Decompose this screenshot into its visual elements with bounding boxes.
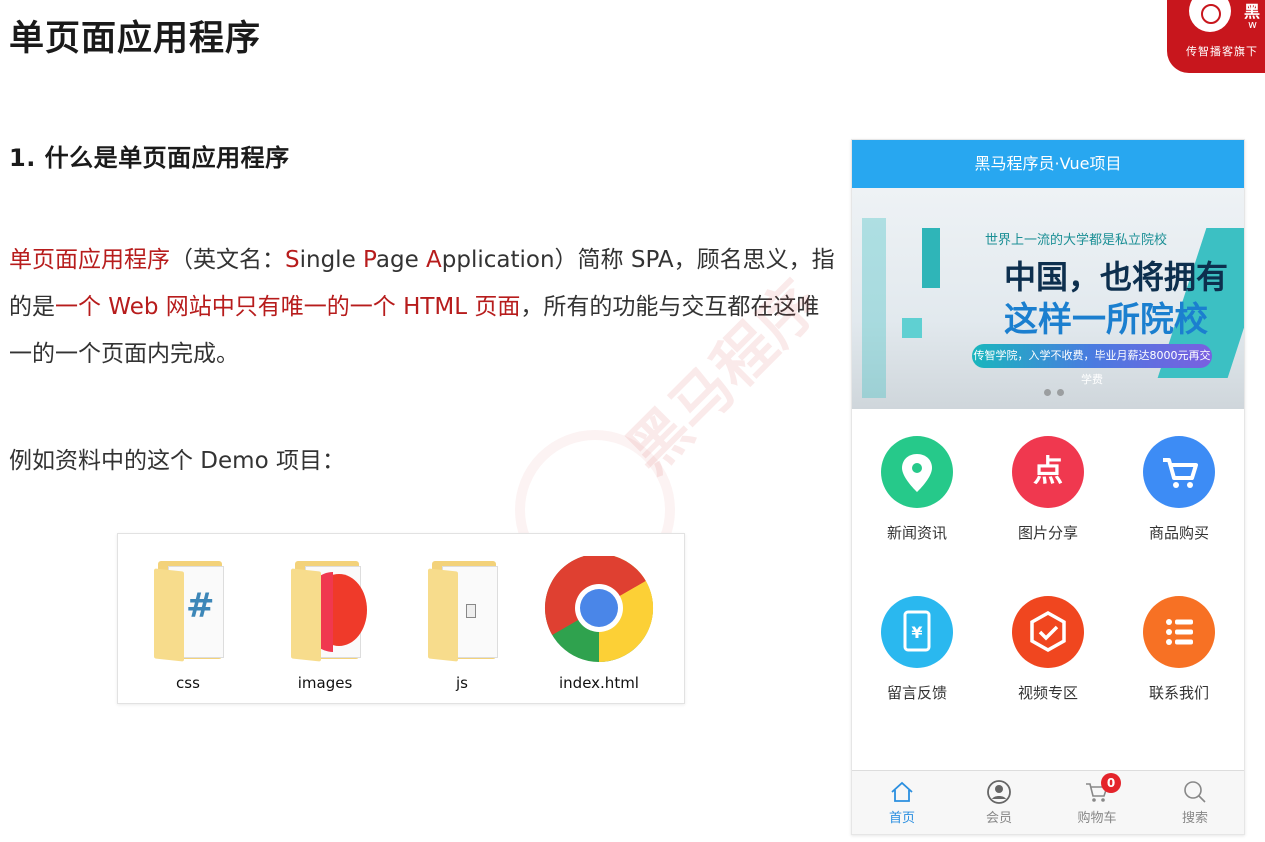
letter-p: P bbox=[363, 247, 376, 273]
word-pplication: pplication bbox=[441, 247, 555, 273]
grid-label: 留言反馈 bbox=[886, 684, 947, 702]
user-icon bbox=[969, 779, 1029, 805]
bottom-tab-bar: 首页 会员 0 购物车 搜索 bbox=[852, 770, 1244, 834]
file-name: js bbox=[456, 674, 468, 692]
definition-highlight: 一个 Web 网站中只有唯一的一个 HTML 页面 bbox=[55, 294, 521, 320]
file-name: index.html bbox=[559, 674, 639, 692]
file-name: images bbox=[297, 674, 353, 692]
letter-a: A bbox=[426, 247, 442, 273]
brand-logo: 黑 w 传智播客旗下 bbox=[1167, 0, 1265, 73]
file-item-js[interactable]: js bbox=[402, 556, 522, 692]
file-item-index[interactable]: index.html bbox=[539, 553, 659, 692]
shopping-cart-icon bbox=[1143, 436, 1215, 508]
banner-headline-2: 这样一所院校 bbox=[1004, 300, 1208, 340]
search-icon bbox=[1165, 779, 1225, 805]
photo-share-icon: 点 bbox=[1012, 436, 1084, 508]
logo-tagline: 传智播客旗下 bbox=[1186, 45, 1258, 58]
banner-strip: 传智学院，入学不收费，毕业月薪达8000元再交学费 bbox=[972, 344, 1212, 386]
phone-mockup: 黑马程序员·Vue项目 世界上一流的大学都是私立院校 中国，也将拥有 这样一所院… bbox=[851, 139, 1245, 835]
file-item-css[interactable]: # css bbox=[128, 556, 248, 692]
grid-item-shop[interactable]: 商品购买 bbox=[1119, 436, 1239, 543]
logo-www: w bbox=[1248, 18, 1257, 31]
letter-s: S bbox=[285, 247, 300, 273]
file-name: css bbox=[176, 674, 200, 692]
folder-icon: # bbox=[128, 556, 248, 666]
tab-label: 搜索 bbox=[1181, 811, 1208, 826]
grid-label: 商品购买 bbox=[1148, 524, 1209, 542]
yen-phone-icon: ¥ bbox=[881, 596, 953, 668]
chrome-icon bbox=[539, 553, 659, 666]
grid-label: 图片分享 bbox=[1017, 524, 1078, 542]
grid-item-contact[interactable]: 联系我们 bbox=[1119, 596, 1239, 703]
tab-label: 购物车 bbox=[1077, 811, 1117, 826]
tab-label: 会员 bbox=[985, 811, 1012, 826]
cart-icon: 0 bbox=[1067, 773, 1127, 805]
tab-search[interactable]: 搜索 bbox=[1165, 779, 1225, 826]
grid-label: 视频专区 bbox=[1017, 684, 1078, 702]
location-pin-icon bbox=[881, 436, 953, 508]
file-item-images[interactable]: images bbox=[265, 556, 385, 692]
banner-slogan: 世界上一流的大学都是私立院校 bbox=[985, 233, 1168, 248]
grid-label: 联系我们 bbox=[1148, 684, 1209, 702]
section-heading: 1. 什么是单页面应用程序 bbox=[9, 144, 290, 172]
list-icon bbox=[1143, 596, 1215, 668]
logo-emblem-icon bbox=[1189, 0, 1231, 32]
tab-home[interactable]: 首页 bbox=[872, 779, 932, 826]
demo-file-panel: # css images js index.html bbox=[117, 533, 685, 704]
tab-label: 首页 bbox=[888, 811, 915, 826]
video-check-icon bbox=[1012, 596, 1084, 668]
feature-grid: 新闻资讯 点 图片分享 商品购买 ¥ 留言反馈 视频专区 联系我们 bbox=[852, 409, 1244, 771]
example-line: 例如资料中的这个 Demo 项目： bbox=[9, 448, 345, 474]
grid-item-news[interactable]: 新闻资讯 bbox=[857, 436, 977, 543]
word-ingle: ingle bbox=[299, 247, 364, 273]
cart-badge: 0 bbox=[1101, 773, 1121, 793]
carousel-dots[interactable] bbox=[1044, 381, 1070, 400]
word-age: age bbox=[375, 247, 427, 273]
grid-item-photos[interactable]: 点 图片分享 bbox=[988, 436, 1108, 543]
grid-item-feedback[interactable]: ¥ 留言反馈 bbox=[857, 596, 977, 703]
folder-icon bbox=[402, 556, 522, 666]
app-header-title: 黑马程序员·Vue项目 bbox=[852, 140, 1244, 188]
svg-text:¥: ¥ bbox=[911, 623, 922, 642]
para-text-1: （英文名： bbox=[170, 247, 285, 273]
tab-member[interactable]: 会员 bbox=[969, 779, 1029, 826]
grid-label: 新闻资讯 bbox=[886, 524, 947, 542]
folder-icon bbox=[265, 556, 385, 666]
page-title: 单页面应用程序 bbox=[9, 19, 262, 59]
home-icon bbox=[872, 779, 932, 805]
term-highlight: 单页面应用程序 bbox=[9, 247, 170, 273]
tab-cart[interactable]: 0 购物车 bbox=[1067, 773, 1127, 826]
grid-item-video[interactable]: 视频专区 bbox=[988, 596, 1108, 703]
banner-carousel[interactable]: 世界上一流的大学都是私立院校 中国，也将拥有 这样一所院校 传智学院，入学不收费… bbox=[852, 188, 1244, 409]
